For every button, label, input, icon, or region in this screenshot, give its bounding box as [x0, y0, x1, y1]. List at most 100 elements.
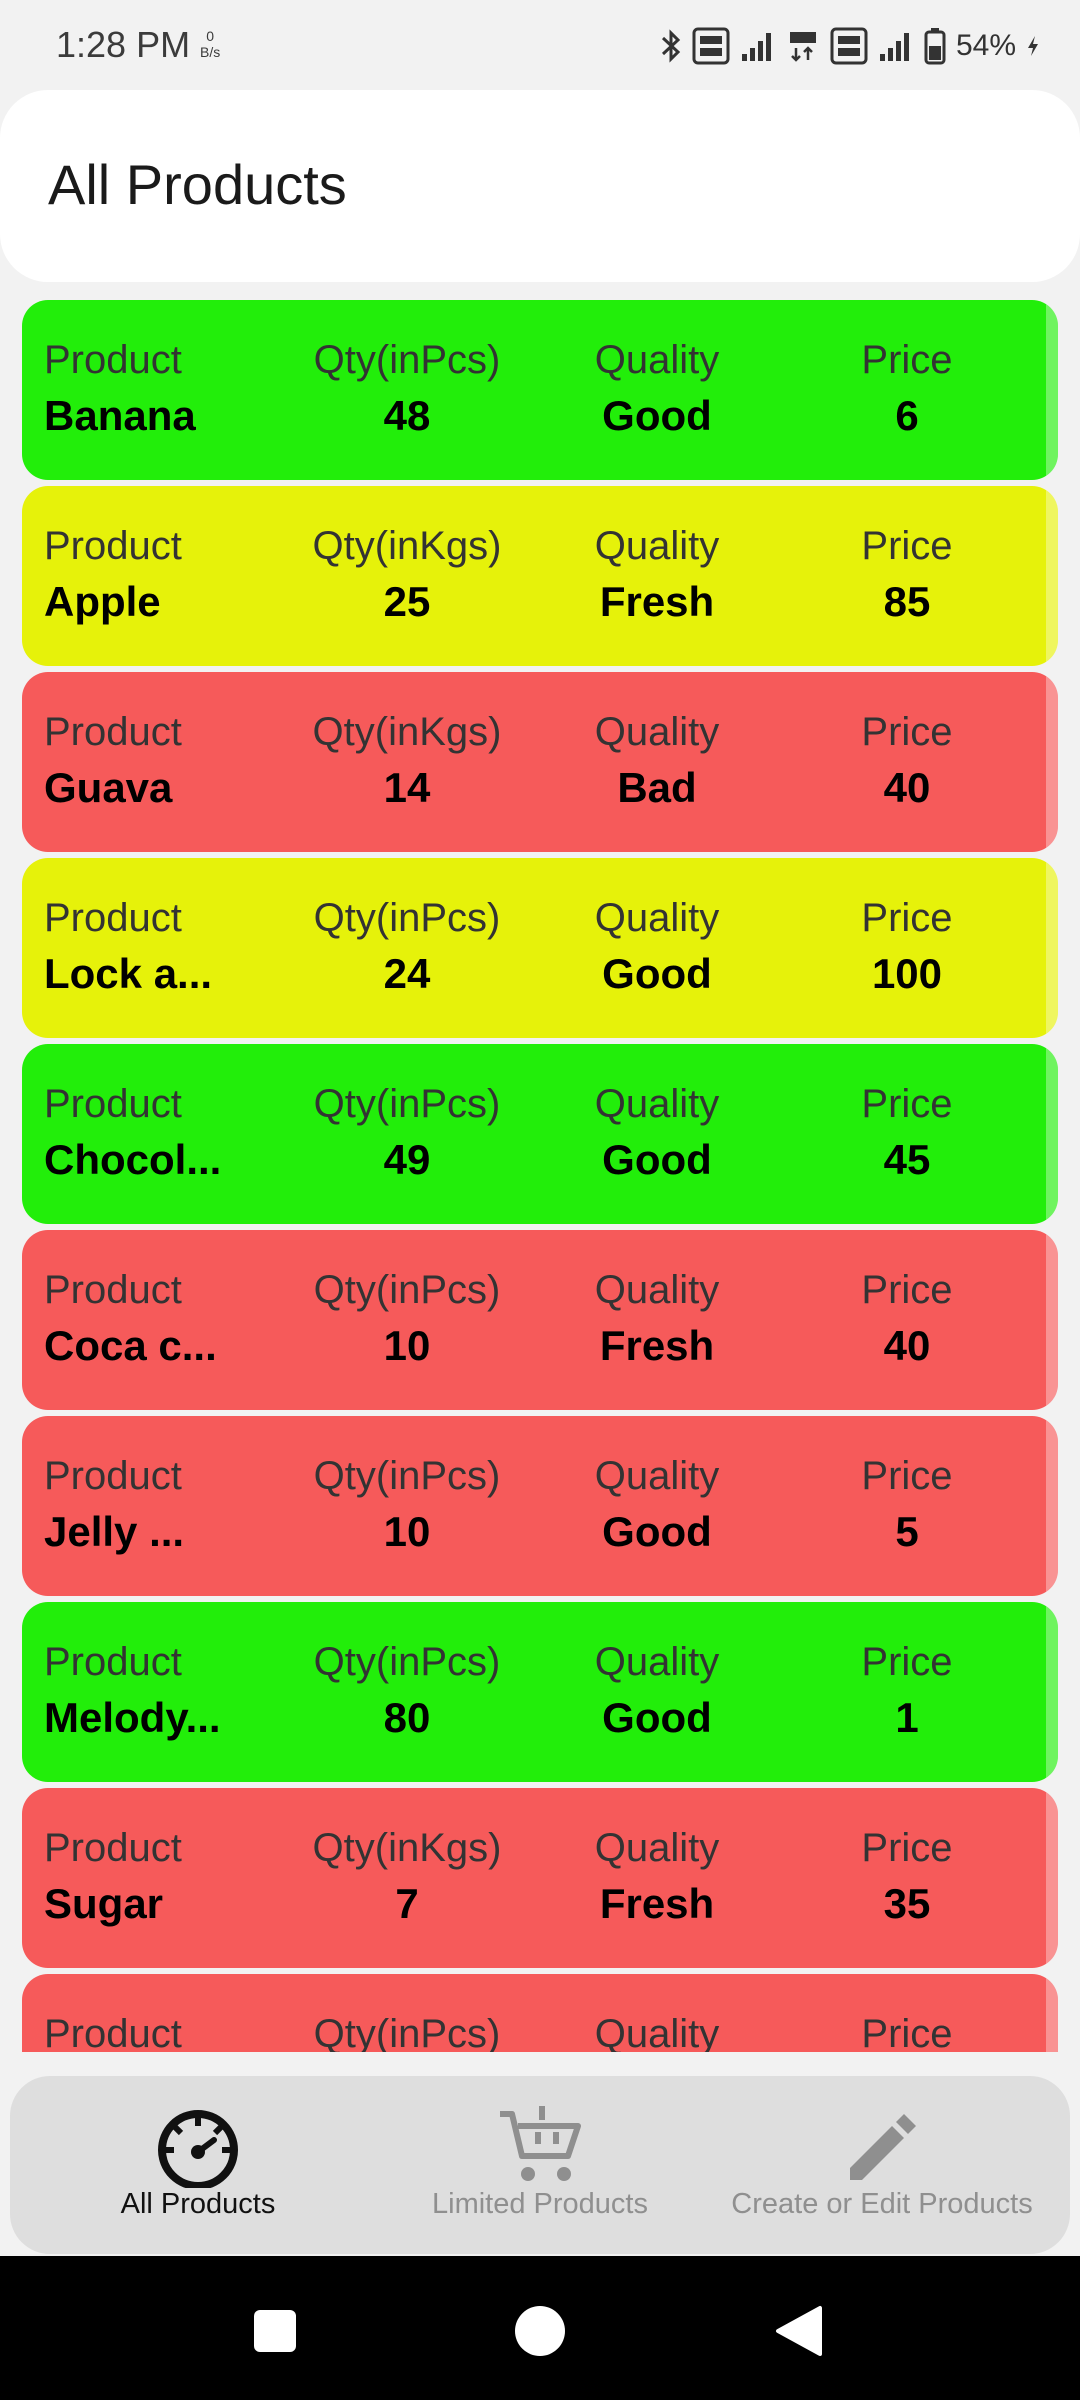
quality-label: Quality	[594, 1268, 720, 1312]
price-label: Price	[861, 524, 953, 568]
nav-all-products[interactable]: All Products	[28, 2076, 368, 2254]
quantity-column: Qty(inPcs) 10	[292, 1450, 522, 1570]
quantity-column: Qty(inPcs) 24	[292, 892, 522, 1012]
product-card[interactable]: Product Sugar Qty(inKgs) 7 Quality Fresh…	[22, 1788, 1058, 1968]
nav-limited-products[interactable]: Limited Products	[370, 2076, 710, 2254]
product-card[interactable]: Product Lock a... Qty(inPcs) 24 Quality …	[22, 858, 1058, 1038]
quantity-column: Qty(inPcs)	[292, 2008, 522, 2052]
speedometer-icon	[158, 2110, 238, 2188]
recents-button[interactable]	[252, 2308, 298, 2354]
quality-value: Fresh	[599, 578, 715, 625]
quality-column: Quality Good	[542, 892, 772, 1012]
product-label: Product	[44, 710, 182, 754]
quantity-value: 7	[395, 1880, 419, 1927]
bottom-navigation: All Products Limited Products Create or …	[10, 2076, 1070, 2254]
product-card[interactable]: Product Chocol... Qty(inPcs) 49 Quality …	[22, 1044, 1058, 1224]
product-name: Banana	[44, 392, 196, 439]
quantity-column: Qty(inPcs) 80	[292, 1636, 522, 1756]
quality-label: Quality	[594, 1640, 720, 1684]
product-column: Product Chocol...	[44, 1078, 274, 1198]
price-value: 1	[895, 1694, 919, 1741]
quality-label: Quality	[594, 1826, 720, 1870]
quantity-column: Qty(inKgs) 25	[292, 520, 522, 640]
price-label: Price	[861, 1826, 953, 1870]
price-column: Price	[792, 2008, 1022, 2052]
product-card[interactable]: Product Melody... Qty(inPcs) 80 Quality …	[22, 1602, 1058, 1782]
price-column: Price 35	[792, 1822, 1022, 1942]
product-card[interactable]: Product Jelly ... Qty(inPcs) 10 Quality …	[22, 1416, 1058, 1596]
quality-value: Bad	[617, 764, 697, 811]
price-column: Price 6	[792, 334, 1022, 454]
product-card[interactable]: Product Coca c... Qty(inPcs) 10 Quality …	[22, 1230, 1058, 1410]
product-label: Product	[44, 1640, 182, 1684]
price-label: Price	[861, 2012, 953, 2052]
product-column: Product Guava	[44, 706, 274, 826]
product-label: Product	[44, 338, 182, 382]
network-speed-value: 0	[206, 28, 215, 44]
quality-column: Quality Fresh	[542, 520, 772, 640]
nav-limited-products-label: Limited Products	[432, 2188, 648, 2220]
quantity-value: 10	[383, 1322, 431, 1369]
price-column: Price 1	[792, 1636, 1022, 1756]
price-column: Price 45	[792, 1078, 1022, 1198]
product-name: Lock a...	[44, 950, 213, 997]
quality-label: Quality	[594, 1454, 720, 1498]
product-card[interactable]: Product Qty(inPcs) Quality Price	[22, 1974, 1058, 2052]
page-title: All Products	[48, 153, 347, 216]
price-column: Price 100	[792, 892, 1022, 1012]
product-card[interactable]: Product Banana Qty(inPcs) 48 Quality Goo…	[22, 300, 1058, 480]
status-bar: 1:28 PM 0 B/s 54%	[0, 0, 1080, 92]
signal-icon	[741, 33, 771, 61]
quantity-value: 10	[383, 1508, 431, 1555]
price-label: Price	[861, 1082, 953, 1126]
quality-column: Quality Good	[542, 1450, 772, 1570]
price-label: Price	[861, 896, 953, 940]
price-value: 100	[871, 950, 943, 997]
product-label: Product	[44, 2012, 182, 2052]
quantity-value: 24	[383, 950, 431, 997]
battery-percent: 54%	[955, 29, 1016, 62]
battery-icon	[924, 28, 946, 65]
product-card[interactable]: Product Apple Qty(inKgs) 25 Quality Fres…	[22, 486, 1058, 666]
quality-column: Quality	[542, 2008, 772, 2052]
price-value: 5	[895, 1508, 919, 1555]
price-value: 6	[895, 392, 919, 439]
quantity-value: 48	[383, 392, 431, 439]
product-column: Product Coca c...	[44, 1264, 274, 1384]
price-label: Price	[861, 710, 953, 754]
quality-column: Quality Fresh	[542, 1822, 772, 1942]
home-button[interactable]	[513, 2304, 567, 2358]
quantity-column: Qty(inKgs) 14	[292, 706, 522, 826]
volte-icon	[692, 27, 730, 65]
quantity-column: Qty(inKgs) 7	[292, 1822, 522, 1942]
product-column: Product Apple	[44, 520, 274, 640]
product-label: Product	[44, 1082, 182, 1126]
card-edge	[1046, 1974, 1058, 2052]
card-edge	[1046, 858, 1058, 1038]
product-list[interactable]: Product Banana Qty(inPcs) 48 Quality Goo…	[0, 300, 1080, 2052]
quality-label: Quality	[594, 2012, 720, 2052]
product-label: Product	[44, 524, 182, 568]
product-column: Product Jelly ...	[44, 1450, 274, 1570]
quantity-label: Qty(inKgs)	[312, 710, 502, 754]
price-value: 35	[883, 1880, 931, 1927]
quantity-label: Qty(inKgs)	[312, 1826, 502, 1870]
quality-label: Quality	[594, 524, 720, 568]
product-column: Product Banana	[44, 334, 274, 454]
quantity-label: Qty(inPcs)	[313, 1454, 501, 1498]
quantity-column: Qty(inPcs) 10	[292, 1264, 522, 1384]
back-button[interactable]	[774, 2304, 824, 2358]
quality-column: Quality Good	[542, 1078, 772, 1198]
price-label: Price	[861, 1454, 953, 1498]
volte-icon-2	[830, 27, 868, 65]
nav-create-edit-products-label: Create or Edit Products	[731, 2188, 1033, 2220]
nav-create-edit-products[interactable]: Create or Edit Products	[712, 2076, 1052, 2254]
product-card[interactable]: Product Guava Qty(inKgs) 14 Quality Bad …	[22, 672, 1058, 852]
price-label: Price	[861, 338, 953, 382]
product-name: Apple	[44, 578, 161, 625]
product-name: Melody...	[44, 1694, 221, 1741]
price-column: Price 85	[792, 520, 1022, 640]
product-label: Product	[44, 1454, 182, 1498]
network-speed-unit: B/s	[200, 44, 221, 60]
network-speed: 0 B/s	[200, 28, 220, 60]
